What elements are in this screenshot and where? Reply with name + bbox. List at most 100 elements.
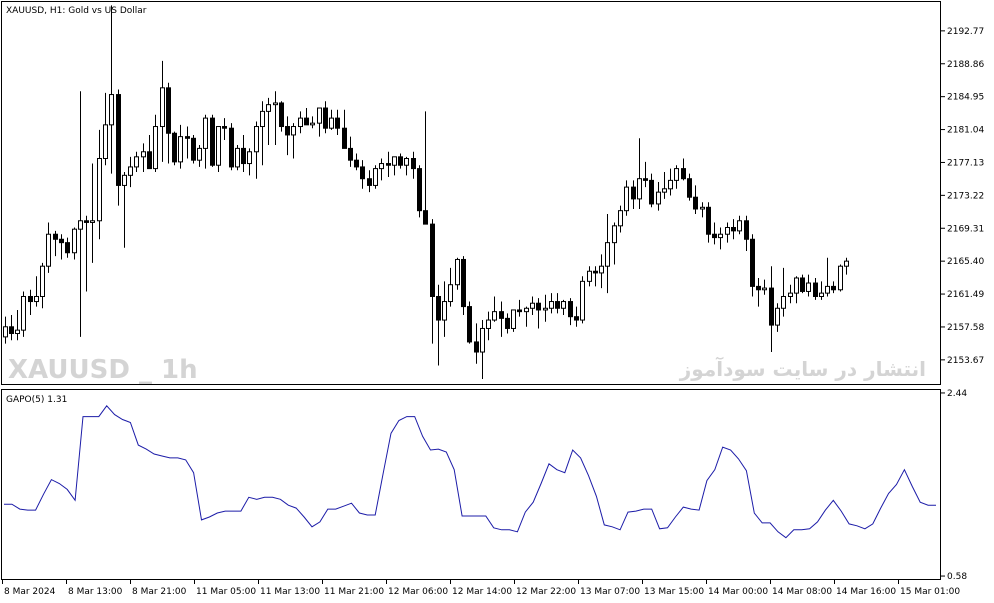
candle-body — [574, 316, 579, 321]
time-tick-label: 12 Mar 06:00 — [388, 587, 448, 597]
candle-body — [587, 270, 592, 282]
time-tick-label: 8 Mar 21:00 — [132, 587, 187, 597]
candle-body — [737, 220, 742, 232]
candle-body — [693, 196, 698, 210]
candle-body — [788, 292, 793, 297]
candle-body — [750, 238, 755, 287]
candle-body — [744, 220, 749, 240]
candle-body — [467, 306, 472, 343]
candle-body — [72, 228, 77, 254]
candle-body — [536, 302, 541, 311]
candle-body — [15, 329, 20, 335]
candle-body — [411, 158, 416, 170]
candle-body — [398, 156, 403, 166]
candle-body — [530, 302, 535, 309]
candle-body — [247, 151, 252, 165]
price-tick-label: 2177.13 — [947, 158, 984, 168]
candle-body — [448, 284, 453, 303]
candle-body — [348, 147, 353, 161]
candle-body — [492, 311, 497, 321]
candle-body — [65, 242, 70, 254]
candle-body — [442, 301, 447, 321]
candle-body — [379, 163, 384, 170]
candle-body — [279, 102, 284, 128]
candle-body — [3, 326, 8, 338]
price-tick-label: 2165.40 — [947, 257, 984, 267]
candle-body — [273, 102, 278, 106]
candle-body — [505, 317, 510, 329]
time-tick-label: 15 Mar 01:00 — [900, 587, 960, 597]
candle-body — [580, 280, 585, 321]
candle-body — [90, 220, 95, 223]
candle-body — [185, 136, 190, 139]
candle-body — [674, 168, 679, 181]
candle-body — [386, 163, 391, 166]
candle-body — [430, 223, 435, 297]
candle-body — [354, 159, 359, 168]
candle-body — [461, 258, 466, 308]
candle-body — [216, 126, 221, 166]
candle-body — [323, 107, 328, 129]
candle-body — [59, 238, 64, 244]
candle-body — [260, 110, 265, 128]
candle-body — [455, 258, 460, 286]
candle-body — [103, 124, 108, 160]
candle-body — [718, 233, 723, 239]
chart-title: XAUUSD, H1: Gold vs US Dollar — [6, 6, 147, 16]
candle-body — [813, 282, 818, 297]
candle-body — [524, 307, 529, 313]
candle-body — [637, 178, 642, 200]
candle-body — [624, 186, 629, 212]
time-tick-label: 12 Mar 22:00 — [516, 587, 576, 597]
candle-body — [517, 309, 522, 313]
time-axis: 8 Mar 2024 8 Mar 13:00 8 Mar 21:00 11 Mar 0… — [2, 580, 960, 597]
candle-body — [825, 285, 830, 294]
price-tick-label: 2192.77 — [947, 27, 984, 37]
indicator-label: GAPO(5) 1.31 — [6, 395, 67, 405]
candle-body — [643, 178, 648, 181]
candle-body — [298, 117, 303, 128]
candle-body — [649, 179, 654, 205]
candle-body — [109, 94, 114, 126]
candle-body — [342, 127, 347, 149]
time-tick-label: 8 Mar 13:00 — [68, 587, 123, 597]
candle-body — [486, 319, 491, 329]
candle-body — [360, 166, 365, 180]
candle-body — [367, 178, 372, 186]
candle-body — [543, 307, 548, 311]
candle-body — [46, 233, 51, 267]
time-tick-label: 14 Mar 08:00 — [772, 587, 832, 597]
candle-body — [819, 292, 824, 297]
time-tick-label: 11 Mar 05:00 — [196, 587, 256, 597]
candle-body — [436, 295, 441, 321]
candle-body — [423, 210, 428, 225]
candle-body — [731, 226, 736, 232]
candle-body — [329, 117, 334, 129]
candle-body — [291, 126, 296, 136]
time-tick-label: 11 Mar 21:00 — [324, 587, 384, 597]
candle-body — [373, 168, 378, 186]
candle-body — [781, 295, 786, 309]
watermark-left: XAUUSD _ 1h — [8, 355, 198, 385]
indicator-panel-frame — [1, 389, 941, 580]
candle-body — [561, 301, 566, 309]
candle-body — [122, 174, 127, 186]
candle-body — [116, 94, 121, 186]
candle-body — [700, 206, 705, 210]
candle-body — [806, 282, 811, 292]
candle-body — [335, 117, 340, 129]
candle-body — [53, 233, 58, 240]
candle-body — [838, 265, 843, 291]
candle-body — [499, 311, 504, 319]
price-tick-label: 2181.04 — [947, 126, 984, 136]
candle-body — [235, 147, 240, 168]
time-tick-label: 13 Mar 15:00 — [644, 587, 704, 597]
candle-body — [681, 168, 686, 180]
candle-body — [612, 225, 617, 244]
candle-body — [34, 295, 39, 303]
candle-body — [599, 265, 604, 274]
watermark-right: انتشار در سایت سودآموز — [679, 356, 926, 381]
candle-body — [153, 126, 158, 170]
candle-body — [254, 126, 259, 153]
candle-body — [831, 285, 836, 291]
